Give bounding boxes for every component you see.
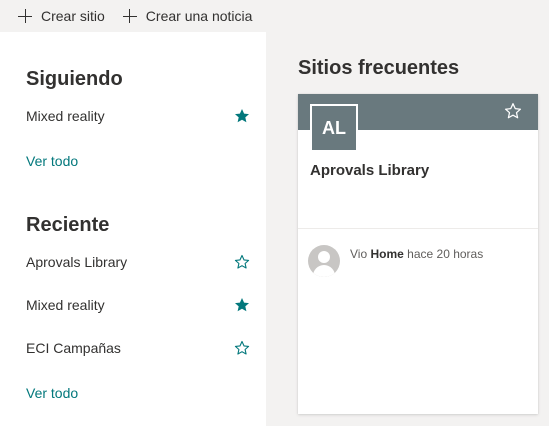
plus-icon	[18, 9, 32, 23]
site-logo: AL	[310, 104, 358, 152]
site-name-link[interactable]: Aprovals Library	[310, 162, 429, 179]
recent-item-label: ECI Campañas	[26, 340, 121, 356]
create-site-label: Crear sitio	[41, 8, 105, 24]
card-divider	[298, 228, 538, 229]
site-card[interactable]: AL Aprovals Library Vio Home hace 20 hor…	[298, 94, 538, 414]
following-see-all-link[interactable]: Ver todo	[26, 153, 78, 169]
plus-icon	[122, 9, 137, 23]
star-outline-icon[interactable]	[234, 340, 250, 356]
following-item-mixed-reality[interactable]: Mixed reality	[26, 106, 250, 126]
site-activity: Vio Home hace 20 horas	[308, 245, 483, 277]
create-news-button[interactable]: Crear una noticia	[122, 8, 253, 24]
star-outline-icon[interactable]	[504, 102, 522, 120]
star-filled-icon[interactable]	[234, 297, 250, 313]
activity-prefix: Vio	[350, 247, 368, 261]
recent-item-aprovals-library[interactable]: Aprovals Library	[26, 252, 250, 272]
activity-time: hace 20 horas	[407, 247, 484, 261]
person-icon	[308, 245, 340, 277]
recent-item-eci-campanas[interactable]: ECI Campañas	[26, 338, 250, 358]
activity-page[interactable]: Home	[370, 247, 403, 261]
left-pane: Siguiendo Mixed reality Ver todo Recient…	[0, 32, 266, 426]
recent-item-mixed-reality[interactable]: Mixed reality	[26, 295, 250, 315]
star-outline-icon[interactable]	[234, 254, 250, 270]
command-bar: Crear sitio Crear una noticia	[0, 0, 549, 32]
create-site-button[interactable]: Crear sitio	[18, 8, 105, 24]
activity-text: Vio Home hace 20 horas	[350, 247, 483, 261]
star-filled-icon[interactable]	[234, 108, 250, 124]
create-news-label: Crear una noticia	[145, 8, 253, 24]
recent-see-all-link[interactable]: Ver todo	[26, 385, 78, 401]
following-title: Siguiendo	[26, 68, 123, 90]
recent-item-label: Mixed reality	[26, 297, 105, 313]
recent-item-label: Aprovals Library	[26, 254, 128, 270]
frequent-sites-title: Sitios frecuentes	[298, 57, 460, 79]
recent-title: Reciente	[26, 214, 110, 236]
right-pane: Sitios frecuentes AL Aprovals Library Vi…	[266, 32, 549, 426]
following-item-label: Mixed reality	[26, 108, 105, 124]
